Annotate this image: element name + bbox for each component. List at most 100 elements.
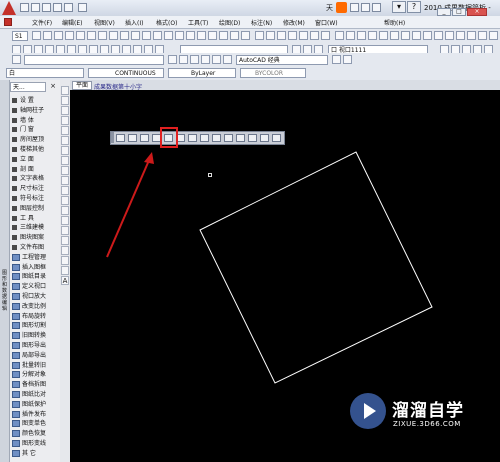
settings-icon[interactable]: ▾ bbox=[392, 1, 406, 13]
toolbar-icon-19[interactable] bbox=[230, 31, 239, 40]
maximize-button[interactable]: □ bbox=[452, 8, 466, 16]
toolbar-icon-35[interactable] bbox=[412, 31, 421, 40]
point-icon[interactable] bbox=[61, 216, 69, 225]
ucs-3point-icon[interactable] bbox=[212, 134, 221, 142]
help-icon[interactable]: ? bbox=[407, 1, 421, 13]
toolbar-icon-11[interactable] bbox=[142, 31, 151, 40]
text-a-icon[interactable]: A bbox=[61, 276, 69, 285]
sogou-logo-icon[interactable] bbox=[336, 2, 347, 13]
menu-insert[interactable]: 插入(I) bbox=[125, 18, 143, 27]
open-file-icon[interactable] bbox=[31, 3, 40, 12]
toolbar-icon-17[interactable] bbox=[208, 31, 217, 40]
toolbar-icon-12[interactable] bbox=[153, 31, 162, 40]
arc-icon[interactable] bbox=[61, 136, 69, 145]
undo-icon[interactable] bbox=[53, 3, 62, 12]
plotstyle-combo[interactable]: BYCOLOR bbox=[240, 68, 306, 78]
menu-draw[interactable]: 绘图(D) bbox=[219, 18, 240, 27]
menu-view[interactable]: 视图(V) bbox=[94, 18, 115, 27]
toolbar-icon-5[interactable] bbox=[76, 31, 85, 40]
new-file-icon[interactable] bbox=[20, 3, 29, 12]
toolbar-icon-28[interactable] bbox=[335, 31, 344, 40]
spline-icon[interactable] bbox=[61, 166, 69, 175]
menu-edit[interactable]: 编辑(E) bbox=[62, 18, 82, 27]
minimize-button[interactable]: _ bbox=[437, 8, 451, 16]
toolbar3-icon-1[interactable] bbox=[168, 55, 177, 64]
toolbar-icon-34[interactable] bbox=[401, 31, 410, 40]
make-block-icon[interactable] bbox=[61, 206, 69, 215]
multiline-text-icon[interactable] bbox=[61, 266, 69, 275]
polygon-icon[interactable] bbox=[61, 116, 69, 125]
ucs-previous-icon[interactable] bbox=[140, 134, 149, 142]
input-mode-icon[interactable] bbox=[350, 3, 359, 12]
punctuation-icon[interactable] bbox=[361, 3, 370, 12]
toolbar-icon-31[interactable] bbox=[368, 31, 377, 40]
ucs-origin-icon[interactable] bbox=[188, 134, 197, 142]
save-icon[interactable] bbox=[42, 3, 51, 12]
toolbar-icon-10[interactable] bbox=[131, 31, 140, 40]
toolbar3-icon-6[interactable] bbox=[223, 55, 232, 64]
menu-file[interactable]: 文件(F) bbox=[32, 18, 52, 27]
keyboard-icon[interactable] bbox=[372, 3, 381, 12]
toolbar-icon-27[interactable] bbox=[321, 31, 330, 40]
table-icon[interactable] bbox=[61, 256, 69, 265]
line-icon[interactable] bbox=[61, 86, 69, 95]
menu-tools[interactable]: 工具(T) bbox=[188, 18, 208, 27]
toolbar-icon-1[interactable] bbox=[32, 31, 41, 40]
construction-line-icon[interactable] bbox=[61, 96, 69, 105]
insert-block-icon[interactable] bbox=[61, 196, 69, 205]
scale-combo[interactable]: S1 bbox=[12, 31, 28, 41]
polyline-icon[interactable] bbox=[61, 106, 69, 115]
toolbar-icon-3[interactable] bbox=[54, 31, 63, 40]
toolbar-icon-42[interactable] bbox=[489, 31, 498, 40]
toolbar-icon-13[interactable] bbox=[164, 31, 173, 40]
toolbar-icon-36[interactable] bbox=[423, 31, 432, 40]
menu-window[interactable]: 窗口(W) bbox=[315, 18, 338, 27]
ucs-icon[interactable] bbox=[116, 134, 125, 142]
gradient-icon[interactable] bbox=[61, 236, 69, 245]
rotated-square-shape[interactable] bbox=[199, 151, 433, 384]
toolbar-icon-15[interactable] bbox=[186, 31, 195, 40]
ucs-zaxis-icon[interactable] bbox=[200, 134, 209, 142]
side-panel-close-icon[interactable]: × bbox=[47, 82, 59, 92]
rectangle-icon[interactable] bbox=[61, 126, 69, 135]
layer-state-combo[interactable] bbox=[24, 55, 164, 65]
toolbar-icon-29[interactable] bbox=[346, 31, 355, 40]
ucs-x-icon[interactable] bbox=[224, 134, 233, 142]
toolbar3-icon-4[interactable] bbox=[201, 55, 210, 64]
lineweight-combo[interactable]: ByLayer bbox=[168, 68, 236, 78]
close-button[interactable]: × bbox=[467, 8, 487, 16]
hatch-icon[interactable] bbox=[61, 226, 69, 235]
toolbar-icon-24[interactable] bbox=[288, 31, 297, 40]
layer-manager-icon[interactable] bbox=[12, 55, 21, 64]
toolbar-icon-14[interactable] bbox=[175, 31, 184, 40]
menu-modify[interactable]: 修改(M) bbox=[283, 18, 305, 27]
ucs-apply-icon[interactable] bbox=[260, 134, 269, 142]
toolbar-icon-16[interactable] bbox=[197, 31, 206, 40]
ucs-y-icon[interactable] bbox=[236, 134, 245, 142]
toolbar-icon-2[interactable] bbox=[43, 31, 52, 40]
toolbar3-icon-2[interactable] bbox=[179, 55, 188, 64]
menu-format[interactable]: 格式(O) bbox=[156, 18, 177, 27]
toolbar-icon-4[interactable] bbox=[65, 31, 74, 40]
ucs-manager-icon[interactable] bbox=[272, 134, 281, 142]
toolbar3-icon-5[interactable] bbox=[212, 55, 221, 64]
toolbar-icon-6[interactable] bbox=[87, 31, 96, 40]
toolbar3-icon-3[interactable] bbox=[190, 55, 199, 64]
tab-plan[interactable]: 平面 bbox=[72, 81, 92, 90]
linetype-combo[interactable]: CONTINUOUS bbox=[88, 68, 164, 78]
toolbar-icon-37[interactable] bbox=[434, 31, 443, 40]
app-menu-icon[interactable] bbox=[4, 18, 12, 26]
toolbar-icon-25[interactable] bbox=[299, 31, 308, 40]
menu-dimension[interactable]: 标注(N) bbox=[251, 18, 272, 27]
ellipse-arc-icon[interactable] bbox=[61, 186, 69, 195]
menu-help[interactable]: 帮助(H) bbox=[384, 18, 405, 27]
toolbar-icon-32[interactable] bbox=[379, 31, 388, 40]
layer-combo[interactable]: 白 bbox=[6, 68, 84, 78]
toolbar-icon-22[interactable] bbox=[266, 31, 275, 40]
toolbar3-icon-8[interactable] bbox=[343, 55, 352, 64]
revision-cloud-icon[interactable] bbox=[61, 156, 69, 165]
toolbar-icon-38[interactable] bbox=[445, 31, 454, 40]
toolbar-icon-33[interactable] bbox=[390, 31, 399, 40]
toolbar-icon-8[interactable] bbox=[109, 31, 118, 40]
toolbar-icon-18[interactable] bbox=[219, 31, 228, 40]
